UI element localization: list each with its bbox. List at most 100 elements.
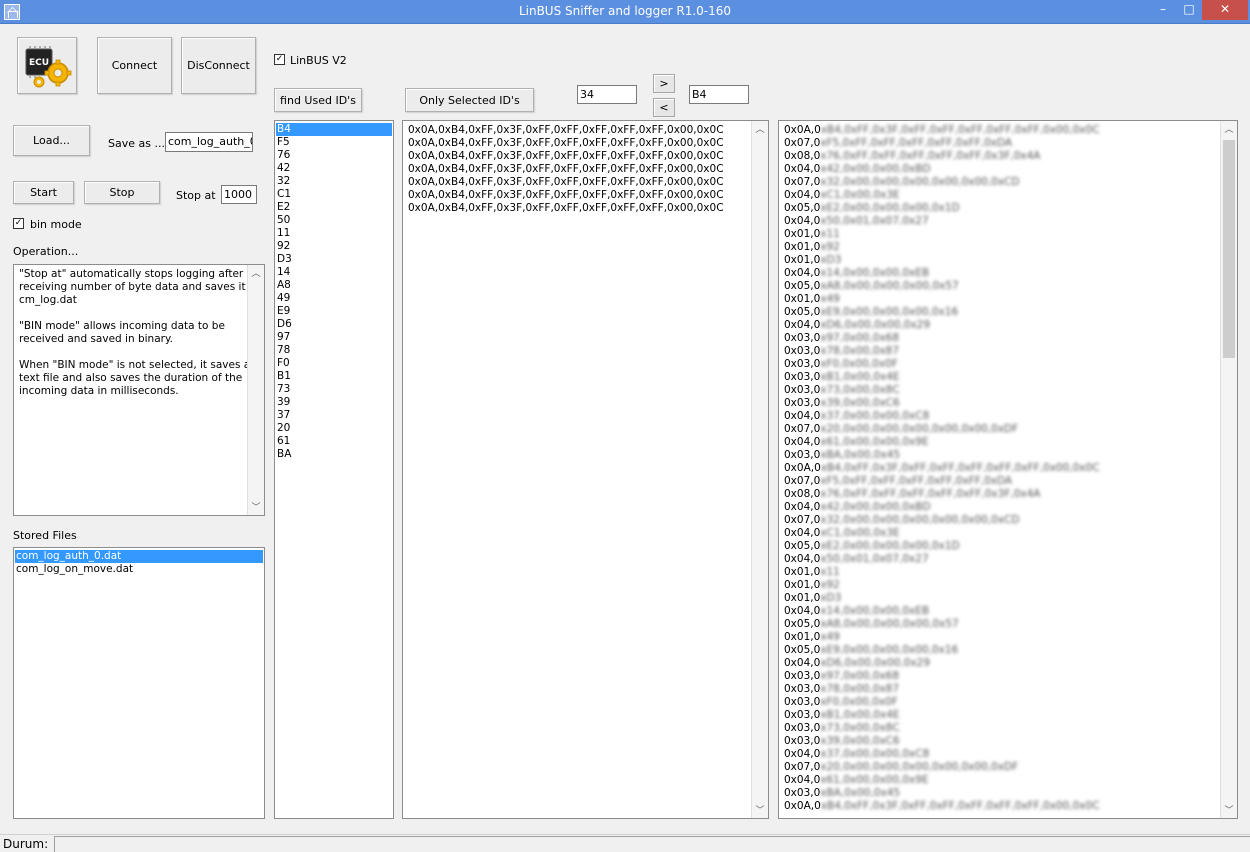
raw-log-row[interactable]: 0x03,0x97,0x00,0x68 (783, 332, 1213, 345)
raw-log-row[interactable]: 0x03,0x78,0x00,0x87 (783, 345, 1213, 358)
stored-file-item[interactable]: com_log_auth_0.dat (15, 550, 263, 563)
raw-log-row[interactable]: 0x04,0xC1,0x00,0x3E (783, 527, 1213, 540)
close-button[interactable]: ✕ (1202, 0, 1248, 20)
id-list-item[interactable]: 20 (276, 422, 392, 435)
raw-log-row[interactable]: 0x08,0x76,0xFF,0xFF,0xFF,0xFF,0xFF,0x3F,… (783, 488, 1213, 501)
id-list-item[interactable]: D3 (276, 253, 392, 266)
raw-log-row[interactable]: 0x03,0xBA,0x00,0x45 (783, 787, 1213, 800)
raw-log-row[interactable]: 0x04,0x14,0x00,0x00,0xEB (783, 605, 1213, 618)
raw-log-row[interactable]: 0x04,0x61,0x00,0x00,0x9E (783, 774, 1213, 787)
raw-log-row[interactable]: 0x03,0xF0,0x00,0x0F (783, 358, 1213, 371)
id-list-item[interactable]: F0 (276, 357, 392, 370)
save-as-input[interactable]: com_log_auth_0. (165, 132, 253, 152)
raw-log-row[interactable]: 0x01,0xD3 (783, 592, 1213, 605)
raw-log-row[interactable]: 0x05,0xA8,0x00,0x00,0x00,0x57 (783, 618, 1213, 631)
id-list-item[interactable]: F5 (276, 136, 392, 149)
selected-frames-panel[interactable]: 0x0A,0xB4,0xFF,0x3F,0xFF,0xFF,0xFF,0xFF,… (402, 120, 769, 819)
from-id-input[interactable]: 34 (577, 85, 637, 104)
scroll-down-icon[interactable]: ﹀ (1221, 803, 1237, 816)
raw-log-row[interactable]: 0x03,0xB1,0x00,0x4E (783, 371, 1213, 384)
raw-log-row[interactable]: 0x03,0x97,0x00,0x68 (783, 670, 1213, 683)
id-list-item[interactable]: E2 (276, 201, 392, 214)
raw-log-row[interactable]: 0x01,0x11 (783, 566, 1213, 579)
raw-log-row[interactable]: 0x07,0xF5,0xFF,0xFF,0xFF,0xFF,0xFF,0xDA (783, 137, 1213, 150)
id-list-item[interactable]: 78 (276, 344, 392, 357)
id-list-item[interactable]: A8 (276, 279, 392, 292)
frame-row[interactable]: 0x0A,0xB4,0xFF,0x3F,0xFF,0xFF,0xFF,0xFF,… (407, 189, 747, 202)
id-list-item[interactable]: 42 (276, 162, 392, 175)
raw-log-row[interactable]: 0x0A,0xB4,0xFF,0x3F,0xFF,0xFF,0xFF,0xFF,… (783, 124, 1213, 137)
only-selected-ids-button[interactable]: Only Selected ID's (405, 88, 534, 112)
prev-id-button[interactable]: < (653, 98, 675, 117)
scroll-up-icon[interactable]: ︿ (752, 122, 768, 135)
frame-row[interactable]: 0x0A,0xB4,0xFF,0x3F,0xFF,0xFF,0xFF,0xFF,… (407, 163, 747, 176)
next-id-button[interactable]: > (653, 74, 675, 93)
raw-log-row[interactable]: 0x04,0x37,0x00,0x00,0xC8 (783, 748, 1213, 761)
raw-log-row[interactable]: 0x04,0x50,0x01,0x07,0x27 (783, 215, 1213, 228)
frame-row[interactable]: 0x0A,0xB4,0xFF,0x3F,0xFF,0xFF,0xFF,0xFF,… (407, 137, 747, 150)
raw-log-row[interactable]: 0x0A,0xB4,0xFF,0x3F,0xFF,0xFF,0xFF,0xFF,… (783, 800, 1213, 813)
used-ids-list[interactable]: B4 F5 76 42 32 C1 E2 50 11 92 D3 14 A8 49 E9 D6 97 78 F0 B1… (274, 120, 394, 819)
raw-log-row[interactable]: 0x03,0x39,0x00,0xC6 (783, 397, 1213, 410)
raw-log-row[interactable]: 0x03,0x39,0x00,0xC6 (783, 735, 1213, 748)
id-list-item[interactable]: BA (276, 448, 392, 461)
id-list-item[interactable]: D6 (276, 318, 392, 331)
minimize-button[interactable]: – (1150, 0, 1176, 20)
raw-log-row[interactable]: 0x04,0x42,0x00,0x00,0xBD (783, 501, 1213, 514)
raw-log-panel[interactable]: 0x0A,0xB4,0xFF,0x3F,0xFF,0xFF,0xFF,0xFF,… (778, 120, 1238, 819)
raw-log-row[interactable]: 0x05,0xE2,0x00,0x00,0x00,0x1D (783, 540, 1213, 553)
stop-at-input[interactable]: 1000 (221, 185, 257, 204)
id-list-item[interactable]: 11 (276, 227, 392, 240)
raw-log-row[interactable]: 0x03,0x73,0x00,0x8C (783, 384, 1213, 397)
scroll-down-icon[interactable]: ﹀ (752, 803, 768, 816)
stored-files-list[interactable]: com_log_auth_0.dat com_log_on_move.dat (13, 547, 265, 819)
raw-log-row[interactable]: 0x03,0x78,0x00,0x87 (783, 683, 1213, 696)
raw-log-row[interactable]: 0x01,0x49 (783, 293, 1213, 306)
frame-row[interactable]: 0x0A,0xB4,0xFF,0x3F,0xFF,0xFF,0xFF,0xFF,… (407, 124, 747, 137)
id-list-item[interactable]: 76 (276, 149, 392, 162)
raw-log-row[interactable]: 0x03,0xB1,0x00,0x4E (783, 709, 1213, 722)
frame-row[interactable]: 0x0A,0xB4,0xFF,0x3F,0xFF,0xFF,0xFF,0xFF,… (407, 176, 747, 189)
raw-log-row[interactable]: 0x04,0xD6,0x00,0x00,0x29 (783, 319, 1213, 332)
raw-log-row[interactable]: 0x05,0xE9,0x00,0x00,0x00,0x16 (783, 644, 1213, 657)
id-list-item[interactable]: 92 (276, 240, 392, 253)
raw-log-row[interactable]: 0x04,0x42,0x00,0x00,0xBD (783, 163, 1213, 176)
raw-log-row[interactable]: 0x04,0xC1,0x00,0x3E (783, 189, 1213, 202)
raw-log-row[interactable]: 0x04,0x37,0x00,0x00,0xC8 (783, 410, 1213, 423)
id-list-item[interactable]: 37 (276, 409, 392, 422)
id-list-item[interactable]: 39 (276, 396, 392, 409)
raw-log-row[interactable]: 0x04,0xD6,0x00,0x00,0x29 (783, 657, 1213, 670)
bin-mode-checkbox[interactable]: ✓ (13, 218, 24, 229)
scroll-up-icon[interactable]: ︿ (248, 266, 264, 279)
load-button[interactable]: Load... (13, 125, 90, 156)
start-button[interactable]: Start (13, 181, 74, 204)
scroll-up-icon[interactable]: ︿ (1221, 122, 1237, 135)
raw-log-row[interactable]: 0x05,0xE9,0x00,0x00,0x00,0x16 (783, 306, 1213, 319)
find-used-ids-button[interactable]: find Used ID's (274, 88, 362, 112)
maximize-button[interactable]: □ (1176, 0, 1202, 20)
disconnect-button[interactable]: DisConnect (181, 37, 256, 94)
raw-log-row[interactable]: 0x01,0x49 (783, 631, 1213, 644)
id-list-item[interactable]: 50 (276, 214, 392, 227)
raw-log-scrollbar[interactable]: ︿ ﹀ (1220, 121, 1237, 818)
raw-log-row[interactable]: 0x01,0x11 (783, 228, 1213, 241)
operation-scrollbar[interactable]: ︿ ﹀ (247, 265, 264, 515)
scroll-thumb[interactable] (1223, 140, 1235, 358)
raw-log-row[interactable]: 0x0A,0xB4,0xFF,0x3F,0xFF,0xFF,0xFF,0xFF,… (783, 462, 1213, 475)
frames-scrollbar[interactable]: ︿ ﹀ (751, 121, 768, 818)
raw-log-row[interactable]: 0x03,0xBA,0x00,0x45 (783, 449, 1213, 462)
id-list-item[interactable]: B4 (276, 123, 392, 136)
connect-button[interactable]: Connect (97, 37, 172, 94)
id-list-item[interactable]: 49 (276, 292, 392, 305)
frame-row[interactable]: 0x0A,0xB4,0xFF,0x3F,0xFF,0xFF,0xFF,0xFF,… (407, 202, 747, 215)
id-list-item[interactable]: E9 (276, 305, 392, 318)
raw-log-row[interactable]: 0x01,0x92 (783, 241, 1213, 254)
id-list-item[interactable]: 73 (276, 383, 392, 396)
raw-log-row[interactable]: 0x01,0xD3 (783, 254, 1213, 267)
id-list-item[interactable]: C1 (276, 188, 392, 201)
raw-log-row[interactable]: 0x05,0xA8,0x00,0x00,0x00,0x57 (783, 280, 1213, 293)
to-id-input[interactable]: B4 (689, 85, 749, 104)
raw-log-row[interactable]: 0x05,0xE2,0x00,0x00,0x00,0x1D (783, 202, 1213, 215)
raw-log-row[interactable]: 0x03,0xF0,0x00,0x0F (783, 696, 1213, 709)
id-list-item[interactable]: 61 (276, 435, 392, 448)
